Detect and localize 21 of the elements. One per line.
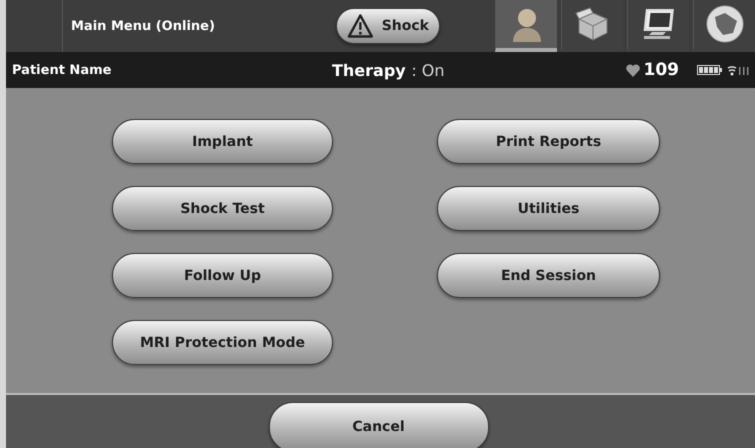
menu-button[interactable]: Print Reports — [437, 119, 660, 164]
shock-button[interactable]: Shock — [336, 8, 440, 44]
menu-button[interactable]: Implant — [112, 119, 333, 164]
patient-name: Patient Name — [12, 62, 112, 78]
battery-icon — [697, 65, 723, 75]
warning-icon — [347, 13, 374, 39]
menu-button[interactable]: Follow Up — [112, 253, 333, 298]
cancel-button[interactable]: Cancel — [268, 402, 488, 448]
heart-rate: 109 — [644, 60, 679, 80]
screen-title: Main Menu (Online) — [70, 18, 216, 36]
menu-button[interactable]: Utilities — [437, 186, 660, 231]
menu-button[interactable]: MRI Protection Mode — [112, 320, 333, 365]
computer-monitor-icon — [642, 8, 676, 40]
heart-icon — [626, 64, 640, 76]
menu-button[interactable]: End Session — [437, 253, 660, 298]
person-silhouette-icon — [512, 6, 542, 42]
globe-icon — [706, 5, 744, 43]
open-box-icon — [574, 7, 610, 41]
signal-icon — [727, 64, 749, 76]
menu-button[interactable]: Shock Test — [112, 186, 333, 231]
therapy-status: Therapy : On — [332, 60, 446, 80]
